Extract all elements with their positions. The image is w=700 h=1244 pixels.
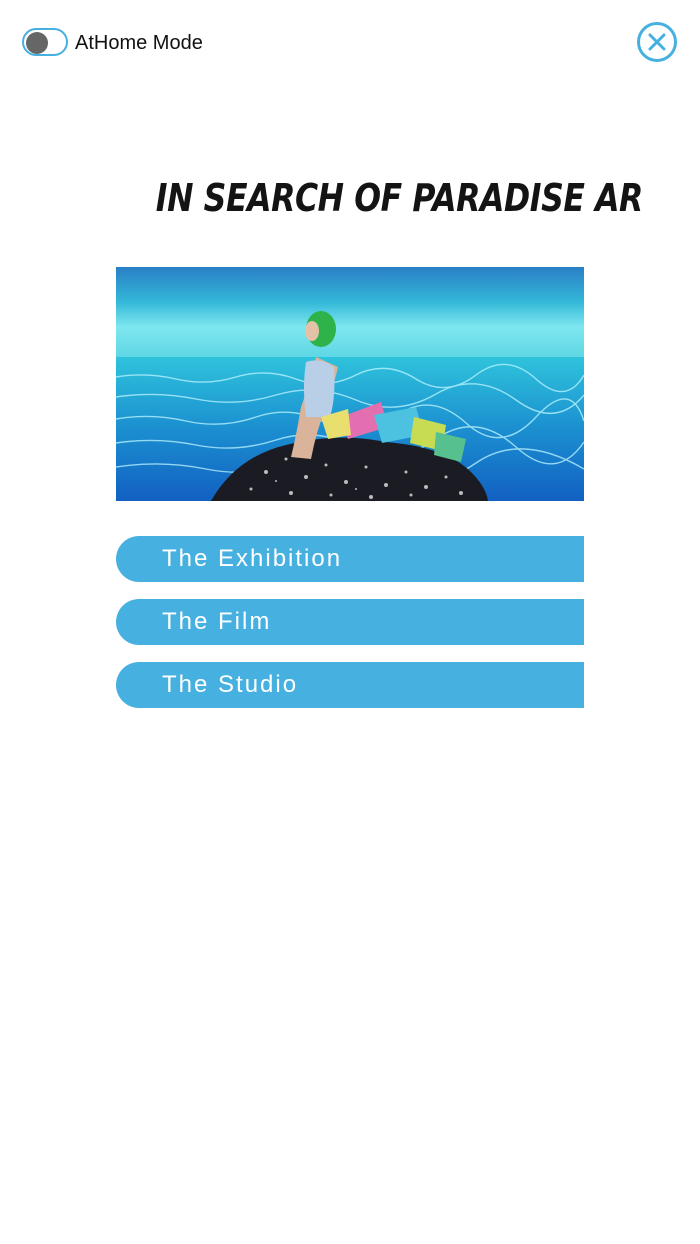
hero-image [116,267,584,501]
studio-button[interactable]: The Studio [116,662,584,708]
film-button[interactable]: The Film [116,599,584,645]
page-title: IN SEARCH OF PARADISE AR [155,176,644,220]
toggle-knob [26,32,48,54]
exhibition-button[interactable]: The Exhibition [116,536,584,582]
close-button[interactable] [637,22,677,62]
close-icon [648,33,666,51]
athome-mode-toggle[interactable] [22,28,68,56]
athome-mode-label: AtHome Mode [75,32,203,54]
main-menu: The Exhibition The Film The Studio [116,536,584,725]
top-bar: AtHome Mode [0,0,700,90]
